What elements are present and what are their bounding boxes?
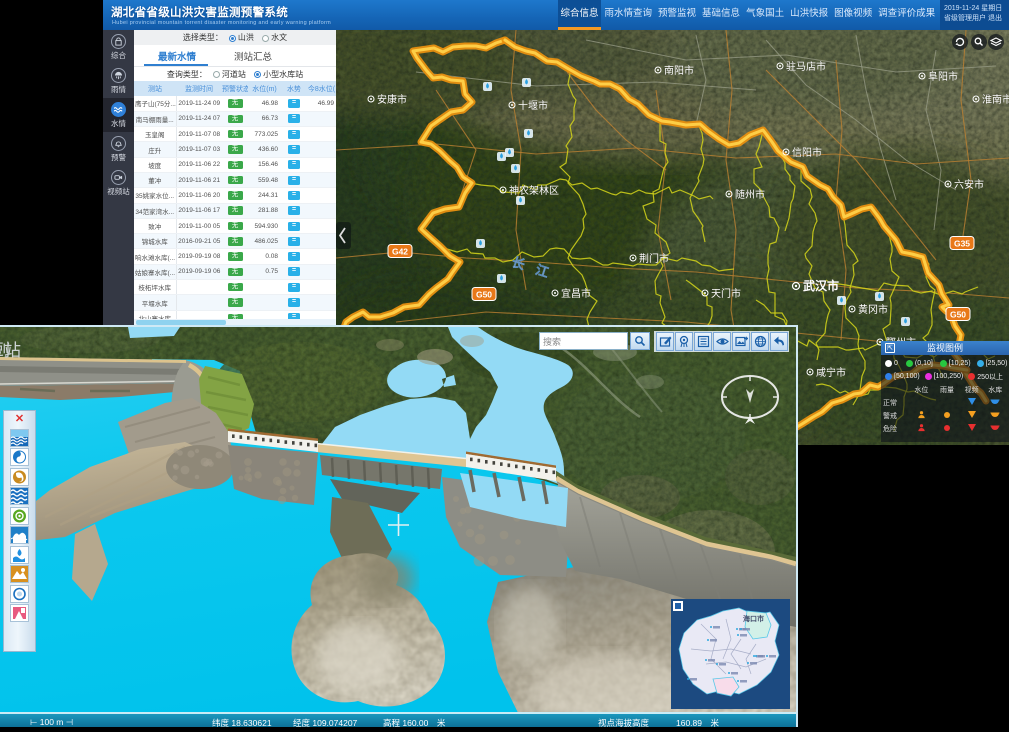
svg-text:剅: 剅 — [0, 341, 10, 360]
svg-text:淮南市: 淮南市 — [982, 93, 1009, 106]
svg-text:六安市: 六安市 — [954, 178, 984, 191]
svg-text:荆门市: 荆门市 — [639, 252, 669, 265]
svg-text:安康市: 安康市 — [377, 93, 407, 106]
svg-text:G50: G50 — [950, 310, 966, 320]
svg-text:咸宁市: 咸宁市 — [816, 366, 846, 379]
svg-text:宜昌市: 宜昌市 — [561, 287, 591, 300]
svg-text:G42: G42 — [392, 247, 408, 257]
svg-text:神农架林区: 神农架林区 — [509, 184, 559, 197]
svg-text:南阳市: 南阳市 — [664, 64, 694, 77]
svg-text:武汉市: 武汉市 — [803, 278, 839, 293]
svg-text:十堰市: 十堰市 — [518, 99, 548, 112]
svg-text:随州市: 随州市 — [735, 188, 765, 201]
svg-text:天门市: 天门市 — [711, 287, 741, 300]
svg-text:G35: G35 — [954, 239, 970, 249]
svg-text:海口市: 海口市 — [743, 614, 764, 623]
svg-text:阜阳市: 阜阳市 — [928, 70, 958, 83]
svg-text:驻马店市: 驻马店市 — [786, 60, 826, 73]
svg-text:G50: G50 — [476, 290, 492, 300]
svg-text:信阳市: 信阳市 — [792, 146, 822, 159]
svg-text:黄冈市: 黄冈市 — [858, 303, 888, 316]
